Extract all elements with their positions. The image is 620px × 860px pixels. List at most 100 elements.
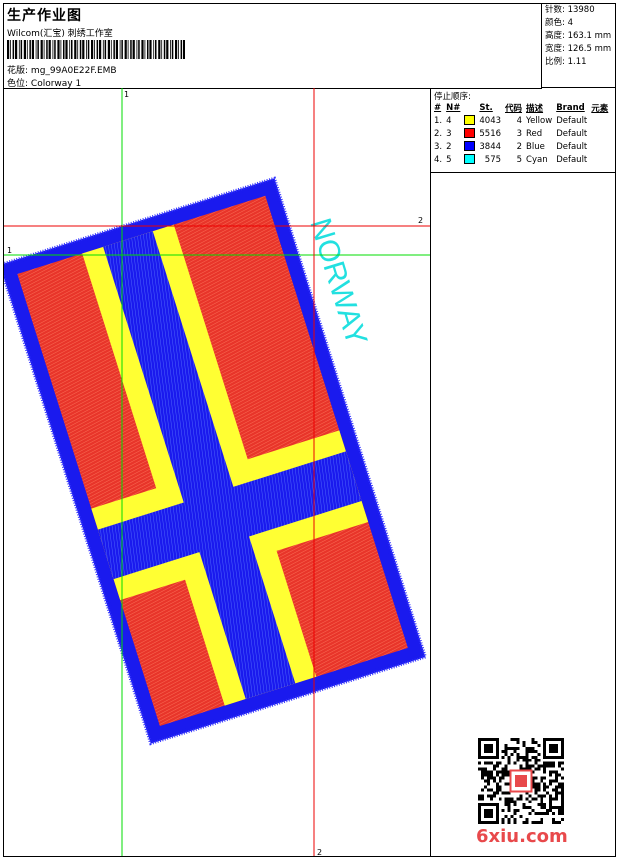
qr-cell	[480, 788, 484, 792]
panel-divider	[431, 172, 616, 173]
qr-cell	[486, 749, 490, 753]
qr-cell	[478, 749, 481, 753]
qr-cell	[534, 761, 538, 765]
qr-cell	[561, 794, 564, 798]
qr-cell	[486, 812, 490, 816]
qr-cell	[534, 776, 538, 780]
qr-cell	[534, 749, 538, 753]
barcode-bar	[149, 40, 152, 59]
qr-cell	[549, 794, 553, 798]
qr-cell	[489, 738, 493, 741]
qr-cell	[537, 803, 541, 807]
qr-cell	[498, 788, 502, 792]
col-num: #	[434, 103, 442, 113]
barcode-bar	[65, 40, 68, 59]
qr-cell	[483, 767, 487, 771]
row-num: 3.	[434, 141, 443, 152]
barcode-bar	[15, 40, 18, 59]
qr-cell	[525, 821, 529, 824]
qr-cell	[489, 821, 493, 824]
qr-cell	[489, 743, 493, 747]
qr-cell	[478, 812, 481, 816]
qr-cell	[513, 812, 517, 816]
row-desc: Cyan	[526, 154, 548, 165]
qr-cell	[543, 740, 547, 744]
qr-cell	[495, 740, 499, 744]
qr-cell	[507, 797, 511, 801]
qr-cell	[546, 764, 550, 768]
color-swatch	[464, 141, 476, 152]
barcode-bar	[23, 40, 26, 59]
qr-cell	[486, 738, 490, 741]
qr-cell	[516, 758, 520, 762]
qr-cell	[489, 755, 493, 759]
barcode-bar	[29, 40, 31, 59]
qr-cell	[478, 755, 481, 759]
color-swatch	[464, 115, 476, 126]
row-needle: 4	[446, 115, 452, 126]
qr-cell	[501, 776, 505, 780]
qr-cell	[561, 761, 564, 765]
qr-cell	[492, 767, 496, 771]
qr-cell	[543, 767, 547, 771]
qr-cell	[519, 764, 523, 768]
row-num: 1.	[434, 115, 443, 126]
qr-cell	[549, 782, 553, 786]
qr-cell	[504, 767, 508, 771]
qr-cell	[504, 782, 508, 786]
qr-cell	[489, 773, 493, 777]
qr-cell	[498, 785, 502, 789]
stat-colors: 颜色: 4	[545, 18, 573, 28]
barcode-bar	[166, 40, 169, 59]
barcode-bar	[20, 40, 23, 59]
qr-cell	[561, 752, 564, 756]
qr-cell	[534, 740, 538, 744]
qr-cell	[561, 776, 564, 780]
qr-cell	[561, 767, 564, 771]
qr-cell	[492, 755, 496, 759]
qr-cell	[478, 818, 481, 822]
qr-cell	[552, 738, 556, 741]
barcode-bar	[102, 40, 104, 59]
barcode-bar	[115, 40, 118, 59]
qr-cell	[543, 755, 547, 759]
qr-cell	[507, 758, 511, 762]
barcode-bar	[138, 40, 140, 59]
qr-cell	[504, 746, 508, 750]
qr-cell	[540, 806, 544, 810]
studio-name: Wilcom(汇宝) 刺绣工作室	[7, 29, 113, 39]
qr-cell	[537, 764, 541, 768]
barcode-bar	[87, 40, 90, 59]
design-line: 花版: mg_99A0E22F.EMB	[7, 63, 117, 76]
barcode-bar	[94, 40, 95, 59]
qr-cell	[552, 797, 556, 801]
qr-cell	[483, 773, 487, 777]
row-swatch	[462, 127, 477, 140]
qr-cell	[525, 806, 529, 810]
barcode-bar	[141, 40, 144, 59]
barcode-bar	[124, 40, 127, 59]
qr-cell	[483, 770, 487, 774]
barcode-bar	[12, 40, 15, 59]
qr-cell	[534, 788, 538, 792]
barcode-bar	[104, 40, 107, 59]
qr-cell	[555, 776, 559, 780]
qr-cell	[507, 761, 511, 765]
qr-cell	[558, 755, 562, 759]
qr-cell	[543, 743, 547, 747]
qr-cell	[504, 815, 508, 819]
qr-cell	[478, 815, 481, 819]
qr-cell	[561, 800, 564, 804]
table-row: 1. 4 4043 4 Yellow Default	[432, 114, 610, 127]
row-num: 2.	[434, 128, 443, 139]
qr-cell	[504, 797, 508, 801]
barcode-bar	[48, 40, 51, 59]
production-worksheet: 生产作业图 Wilcom(汇宝) 刺绣工作室 花版: mg_99A0E22F.E…	[0, 3, 616, 857]
table-row: 2. 3 5516 3 Red Default	[432, 127, 610, 140]
qr-cell	[549, 806, 553, 810]
qr-cell	[555, 797, 559, 801]
qr-cell	[534, 782, 538, 786]
qr-cell	[495, 749, 499, 753]
qr-cell	[540, 812, 544, 816]
qr-cell	[525, 755, 529, 759]
